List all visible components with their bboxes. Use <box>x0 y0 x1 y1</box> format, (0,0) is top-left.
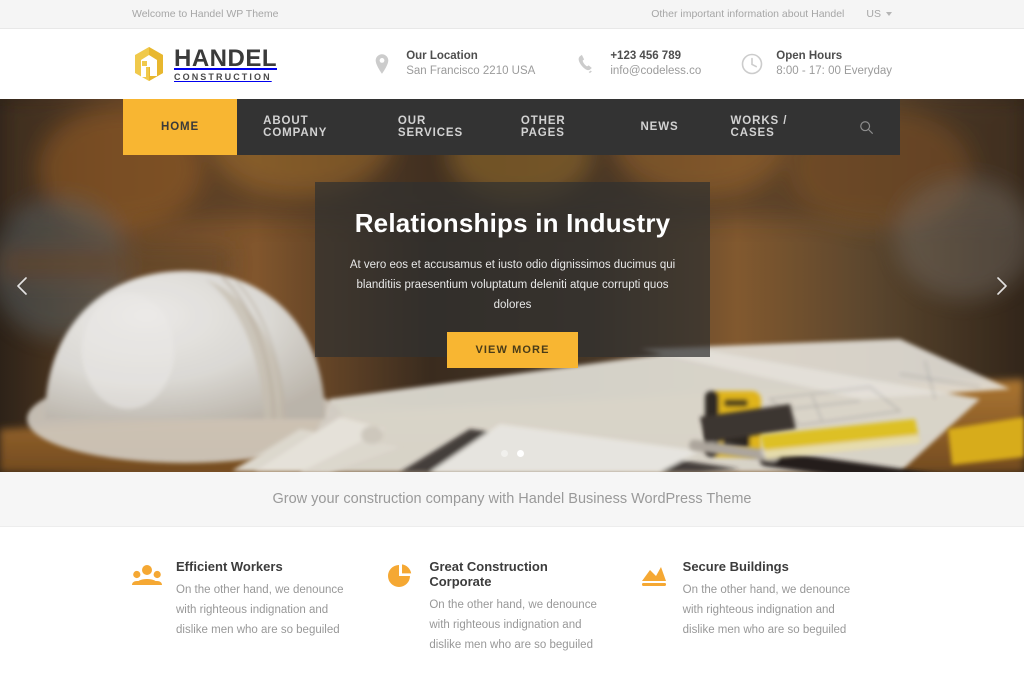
slider-dots <box>0 450 1024 457</box>
chevron-left-icon[interactable] <box>6 269 40 303</box>
people-group-icon <box>132 561 162 593</box>
feature-card-secure-buildings: Secure Buildings On the other hand, we d… <box>639 559 892 655</box>
feature-text: On the other hand, we denounce with righ… <box>682 584 851 636</box>
contact-email: info@codeless.co <box>610 65 702 77</box>
feature-card-efficient-workers: Efficient Workers On the other hand, we … <box>132 559 385 655</box>
feature-title: Efficient Workers <box>176 559 283 574</box>
tagline-text: Grow your construction company with Hand… <box>272 491 752 507</box>
welcome-message: Welcome to Handel WP Theme <box>132 8 279 20</box>
main-navigation: HOME ABOUT COMPANY OUR SERVICES OTHER PA… <box>123 99 900 155</box>
header-contacts: Our Location San Francisco 2210 USA +123… <box>369 49 892 80</box>
nav-item-other-pages[interactable]: OTHER PAGES <box>495 99 615 155</box>
contact-phone: +123 456 789 info@codeless.co <box>573 49 701 80</box>
feature-card-body: Efficient Workers On the other hand, we … <box>176 559 355 655</box>
language-selector[interactable]: US <box>866 8 892 20</box>
contact-hours: Open Hours 8:00 - 17: 00 Everyday <box>739 49 892 80</box>
slider-dot-1[interactable] <box>500 450 508 457</box>
pie-segment-icon <box>385 561 415 593</box>
tagline-banner: Grow your construction company with Hand… <box>0 472 1024 527</box>
feature-card-great-construction-corporate: Great Construction Corporate On the othe… <box>385 559 638 655</box>
chevron-right-icon[interactable] <box>984 269 1018 303</box>
nav-item-news[interactable]: NEWS <box>614 99 704 155</box>
nav-item-home[interactable]: HOME <box>123 99 238 155</box>
language-label: US <box>866 8 881 20</box>
feature-title: Great Construction Corporate <box>429 559 548 589</box>
logo-subtitle: CONSTRUCTION <box>174 71 272 82</box>
chevron-down-icon <box>886 12 892 16</box>
contact-location-value: San Francisco 2210 USA <box>406 65 536 77</box>
location-pin-icon <box>369 51 395 77</box>
feature-title: Secure Buildings <box>682 559 789 574</box>
contact-hours-value: 8:00 - 17: 00 Everyday <box>776 65 892 77</box>
logo[interactable]: HANDEL CONSTRUCTION <box>132 46 277 82</box>
feature-card-body: Great Construction Corporate On the othe… <box>429 559 608 655</box>
nav-item-about-company[interactable]: ABOUT COMPANY <box>237 99 372 155</box>
contact-hours-title: Open Hours <box>776 49 843 62</box>
contact-hours-text: Open Hours 8:00 - 17: 00 Everyday <box>776 49 892 80</box>
view-more-button[interactable]: VIEW MORE <box>447 332 578 369</box>
feature-text: On the other hand, we denounce with righ… <box>176 584 344 636</box>
site-header: HANDEL CONSTRUCTION Our Location San Fra… <box>0 29 1024 99</box>
feature-card-body: Secure Buildings On the other hand, we d… <box>683 559 862 655</box>
logo-text: HANDEL CONSTRUCTION <box>174 44 277 82</box>
hero-caption: Relationships in Industry At vero eos et… <box>315 182 710 369</box>
search-icon[interactable] <box>833 99 900 155</box>
house-logo-icon <box>132 46 166 82</box>
features-section: Efficient Workers On the other hand, we … <box>0 527 1024 656</box>
clock-icon <box>739 51 765 77</box>
hero-title: Relationships in Industry <box>354 208 671 238</box>
contact-location-title: Our Location <box>406 49 478 62</box>
slider-dot-2[interactable] <box>516 450 524 457</box>
contact-phone-number: +123 456 789 <box>610 49 681 62</box>
phone-icon <box>573 51 599 77</box>
top-bar-info: Other important information about Handel <box>651 8 845 20</box>
contact-location: Our Location San Francisco 2210 USA <box>369 49 535 80</box>
nav-item-our-services[interactable]: OUR SERVICES <box>372 99 495 155</box>
mountain-chart-icon <box>639 561 669 593</box>
feature-text: On the other hand, we denounce with righ… <box>429 599 597 651</box>
nav-item-works-cases[interactable]: WORKS / CASES <box>705 99 833 155</box>
hero-description: At vero eos et accusamus et iusto odio d… <box>349 259 676 312</box>
top-bar-right: Other important information about Handel… <box>651 8 892 20</box>
top-bar: Welcome to Handel WP Theme Other importa… <box>0 0 1024 29</box>
logo-title: HANDEL <box>174 44 277 72</box>
contact-location-text: Our Location San Francisco 2210 USA <box>406 49 535 80</box>
contact-phone-text: +123 456 789 info@codeless.co <box>610 49 701 80</box>
